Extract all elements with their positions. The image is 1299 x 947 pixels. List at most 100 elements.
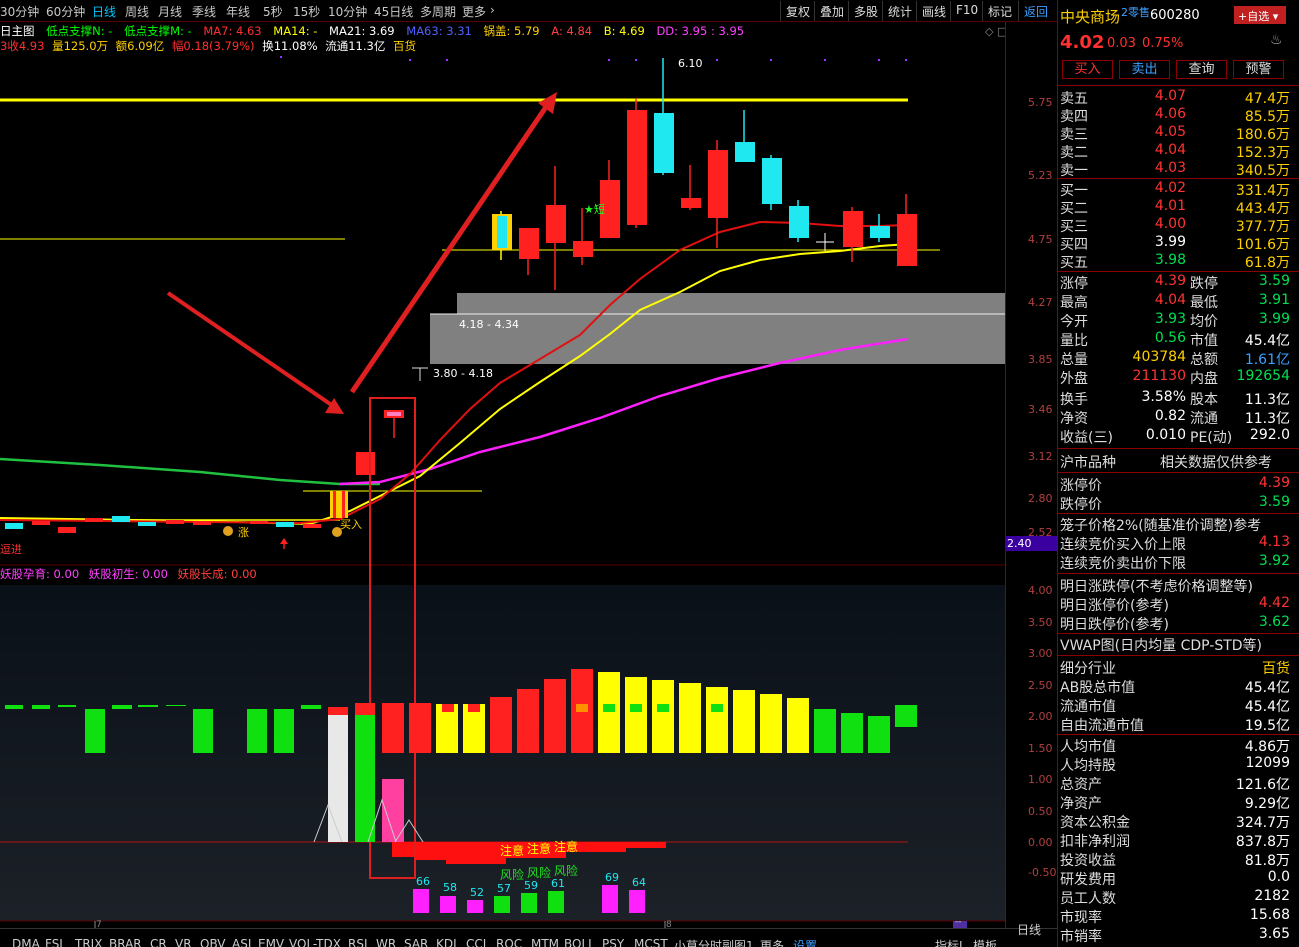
stats-button[interactable]: 统计 <box>882 1 917 21</box>
limit-row: 跌停价 3.59 <box>1060 494 1290 513</box>
scroll-marker[interactable]: -- <box>955 917 962 927</box>
sell-button[interactable]: 卖出 <box>1119 60 1170 79</box>
tab-vol-tdx[interactable]: VOL-TDX <box>289 937 341 947</box>
back-button[interactable]: 返回 <box>1018 1 1053 21</box>
candle-u4 <box>573 241 593 257</box>
short-signal-label: ★短 <box>584 203 605 216</box>
period-yearly[interactable]: 年线 <box>226 3 250 20</box>
query-button[interactable]: 查询 <box>1176 60 1227 79</box>
count-label-8: 64 <box>632 876 646 889</box>
period-weekly[interactable]: 周线 <box>125 3 149 20</box>
tab-trix[interactable]: TRIX <box>75 937 102 947</box>
period-quarterly[interactable]: 季线 <box>192 3 216 20</box>
price-tick: 5.23 <box>1028 169 1053 182</box>
candle-u14 <box>870 226 890 238</box>
vwap-title[interactable]: VWAP图(日内均量 CDP-STD等) <box>1060 635 1290 654</box>
period-5s[interactable]: 5秒 <box>263 3 283 20</box>
tab-emv[interactable]: EMV <box>258 937 284 947</box>
adjust-button[interactable]: 复权 <box>780 1 815 21</box>
fund-row: 市现率 15.68 <box>1060 907 1290 926</box>
count-label-5: 59 <box>524 879 538 892</box>
candle-u7 <box>654 113 674 173</box>
tab-dma[interactable]: DMA <box>12 937 40 947</box>
tab-vr[interactable]: VR <box>175 937 192 947</box>
sector-tag[interactable]: 2零售 <box>1121 4 1150 20</box>
tab-cci[interactable]: CCI <box>466 937 486 947</box>
tab-kdj[interactable]: KDJ <box>436 937 457 947</box>
tab-more[interactable]: 更多 <box>760 937 784 947</box>
fund-row: 流通市值 45.4亿 <box>1060 699 1290 715</box>
tab-psy[interactable]: PSY <box>602 937 624 947</box>
tab-rsi[interactable]: RSI <box>348 937 368 947</box>
chevron-right-icon[interactable]: › <box>490 3 495 17</box>
alert-button[interactable]: 预警 <box>1233 60 1284 79</box>
period-30min[interactable]: 30分钟 <box>0 3 39 20</box>
price-tick: 3.12 <box>1028 450 1053 463</box>
tab-brar[interactable]: BRAR <box>109 937 142 947</box>
add-watchlist-button[interactable]: +自选 ▾ <box>1234 6 1286 24</box>
tab-xiaocao[interactable]: 小草分时副图1 <box>674 937 754 947</box>
indicator-select[interactable]: 指标Ⅰ <box>935 937 963 947</box>
candle-u10 <box>735 142 755 162</box>
tab-sar[interactable]: SAR <box>404 937 428 947</box>
multi-stock-button[interactable]: 多股 <box>848 1 883 21</box>
candle-u6 <box>627 110 647 225</box>
stat-row: 净资 0.82 流通 11.3亿 <box>1060 408 1290 427</box>
stat-row: 外盘 211130 内盘 192654 <box>1060 368 1290 387</box>
period-label[interactable]: 日线 <box>1017 921 1041 938</box>
period-10min[interactable]: 10分钟 <box>328 3 367 20</box>
period-15s[interactable]: 15秒 <box>293 3 320 20</box>
risk-label-1: 风险 <box>500 868 525 882</box>
tab-obv[interactable]: OBV <box>200 937 226 947</box>
zone-upper <box>457 293 1005 314</box>
fund-row: 研发费用 0.0 <box>1060 869 1290 888</box>
kline-chart[interactable] <box>0 22 1057 928</box>
tab-wr[interactable]: WR <box>376 937 396 947</box>
period-daily[interactable]: 日线 <box>92 3 116 20</box>
cage-title: 笼子价格2%(随基准价调整)参考 <box>1060 518 1262 534</box>
f10-button[interactable]: F10 <box>950 1 983 21</box>
buy-button[interactable]: 买入 <box>1062 60 1113 79</box>
candle-u13 <box>843 211 863 247</box>
period-60min[interactable]: 60分钟 <box>46 3 85 20</box>
ask-row-1: 卖一 4.03 340.5万 <box>1060 160 1290 179</box>
stat-row: 总量 403784 总额 1.61亿 <box>1060 349 1290 368</box>
period-45day[interactable]: 45日线 <box>374 3 413 20</box>
template-button[interactable]: 模板 <box>973 937 997 947</box>
stat-row: 收益(三) 0.010 PE(动) 292.0 <box>1060 427 1290 446</box>
fund-row: 人均市值 4.86万 <box>1060 739 1290 755</box>
tab-mcst[interactable]: MCST <box>634 937 668 947</box>
bid-row-1: 买一 4.02 331.4万 <box>1060 180 1290 199</box>
candle-u12 <box>789 206 809 238</box>
tab-fsl[interactable]: FSL <box>45 937 66 947</box>
count-label-7: 69 <box>605 871 619 884</box>
price-tick: 2.80 <box>1028 492 1053 505</box>
tab-mtm[interactable]: MTM <box>531 937 559 947</box>
ma-yellow-line <box>0 243 909 526</box>
advance-label: 逗进 <box>0 543 22 556</box>
period-more[interactable]: 更多 <box>462 3 486 20</box>
price-change-pct: 0.75% <box>1142 36 1184 51</box>
indicator-tab-bar: DMA FSL TRIX BRAR CR VR OBV ASI EMV VOL-… <box>0 923 1057 947</box>
tomorrow-title: 明日涨跌停(不考虑价格调整等) <box>1060 579 1253 595</box>
tab-settings[interactable]: 设置 <box>793 937 817 947</box>
tab-roc[interactable]: ROC <box>496 937 522 947</box>
limit-row: 涨停价 4.39 <box>1060 475 1290 494</box>
rise-signal-label: 涨 <box>238 526 249 539</box>
tab-asi[interactable]: ASI <box>232 937 251 947</box>
period-toolbar: 30分钟 60分钟 日线 周线 月线 季线 年线 5秒 15秒 10分钟 45日… <box>0 0 1057 22</box>
bell-icon[interactable]: ♨ <box>1270 32 1283 48</box>
tab-boll[interactable]: BOLL <box>564 937 595 947</box>
warn-label-3: 注意 <box>554 840 579 854</box>
add-watchlist-label: +自选 <box>1238 10 1270 23</box>
fund-row: 自由流通市值 19.5亿 <box>1060 718 1290 734</box>
section-header: 沪市品种 相关数据仅供参考 <box>1060 455 1272 471</box>
draw-button[interactable]: 画线 <box>916 1 951 21</box>
period-monthly[interactable]: 月线 <box>158 3 182 20</box>
mark-button[interactable]: 标记 <box>982 1 1017 21</box>
overlay-button[interactable]: 叠加 <box>814 1 849 21</box>
tab-cr[interactable]: CR <box>150 937 167 947</box>
fund-row: AB股总市值 45.4亿 <box>1060 680 1290 696</box>
ask-row-2: 卖二 4.04 152.3万 <box>1060 142 1290 161</box>
period-multi[interactable]: 多周期 <box>420 3 456 20</box>
